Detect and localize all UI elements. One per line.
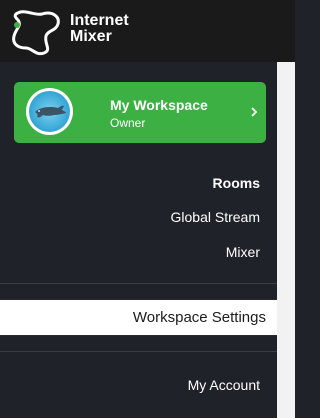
workspace-avatar bbox=[26, 88, 73, 135]
workspace-name: My Workspace bbox=[110, 97, 208, 113]
brand-line-2: Mixer bbox=[70, 28, 112, 45]
nav-item-my-account[interactable]: My Account bbox=[188, 377, 260, 393]
top-bar: Internet Mixer bbox=[0, 0, 295, 62]
workspace-role: Owner bbox=[110, 116, 146, 130]
nav-item-rooms[interactable]: Rooms bbox=[213, 175, 260, 191]
nav-item-workspace-settings[interactable]: Workspace Settings bbox=[0, 299, 287, 336]
brand-name: Internet Mixer bbox=[70, 13, 129, 45]
workspace-settings-label: Workspace Settings bbox=[132, 309, 266, 326]
main-content-edge bbox=[277, 62, 295, 418]
divider bbox=[0, 351, 277, 352]
brand-line-1: Internet bbox=[70, 12, 129, 29]
nav-item-global-stream[interactable]: Global Stream bbox=[171, 209, 260, 225]
chevron-right-icon bbox=[251, 107, 258, 117]
nav-item-mixer[interactable]: Mixer bbox=[226, 244, 260, 260]
sidebar: My Workspace Owner Rooms Global Stream M… bbox=[0, 62, 287, 418]
dolphin-icon bbox=[29, 91, 70, 132]
internet-mixer-logo-icon[interactable] bbox=[8, 6, 64, 56]
divider bbox=[0, 283, 277, 284]
workspace-switcher-button[interactable]: My Workspace Owner bbox=[14, 82, 266, 143]
